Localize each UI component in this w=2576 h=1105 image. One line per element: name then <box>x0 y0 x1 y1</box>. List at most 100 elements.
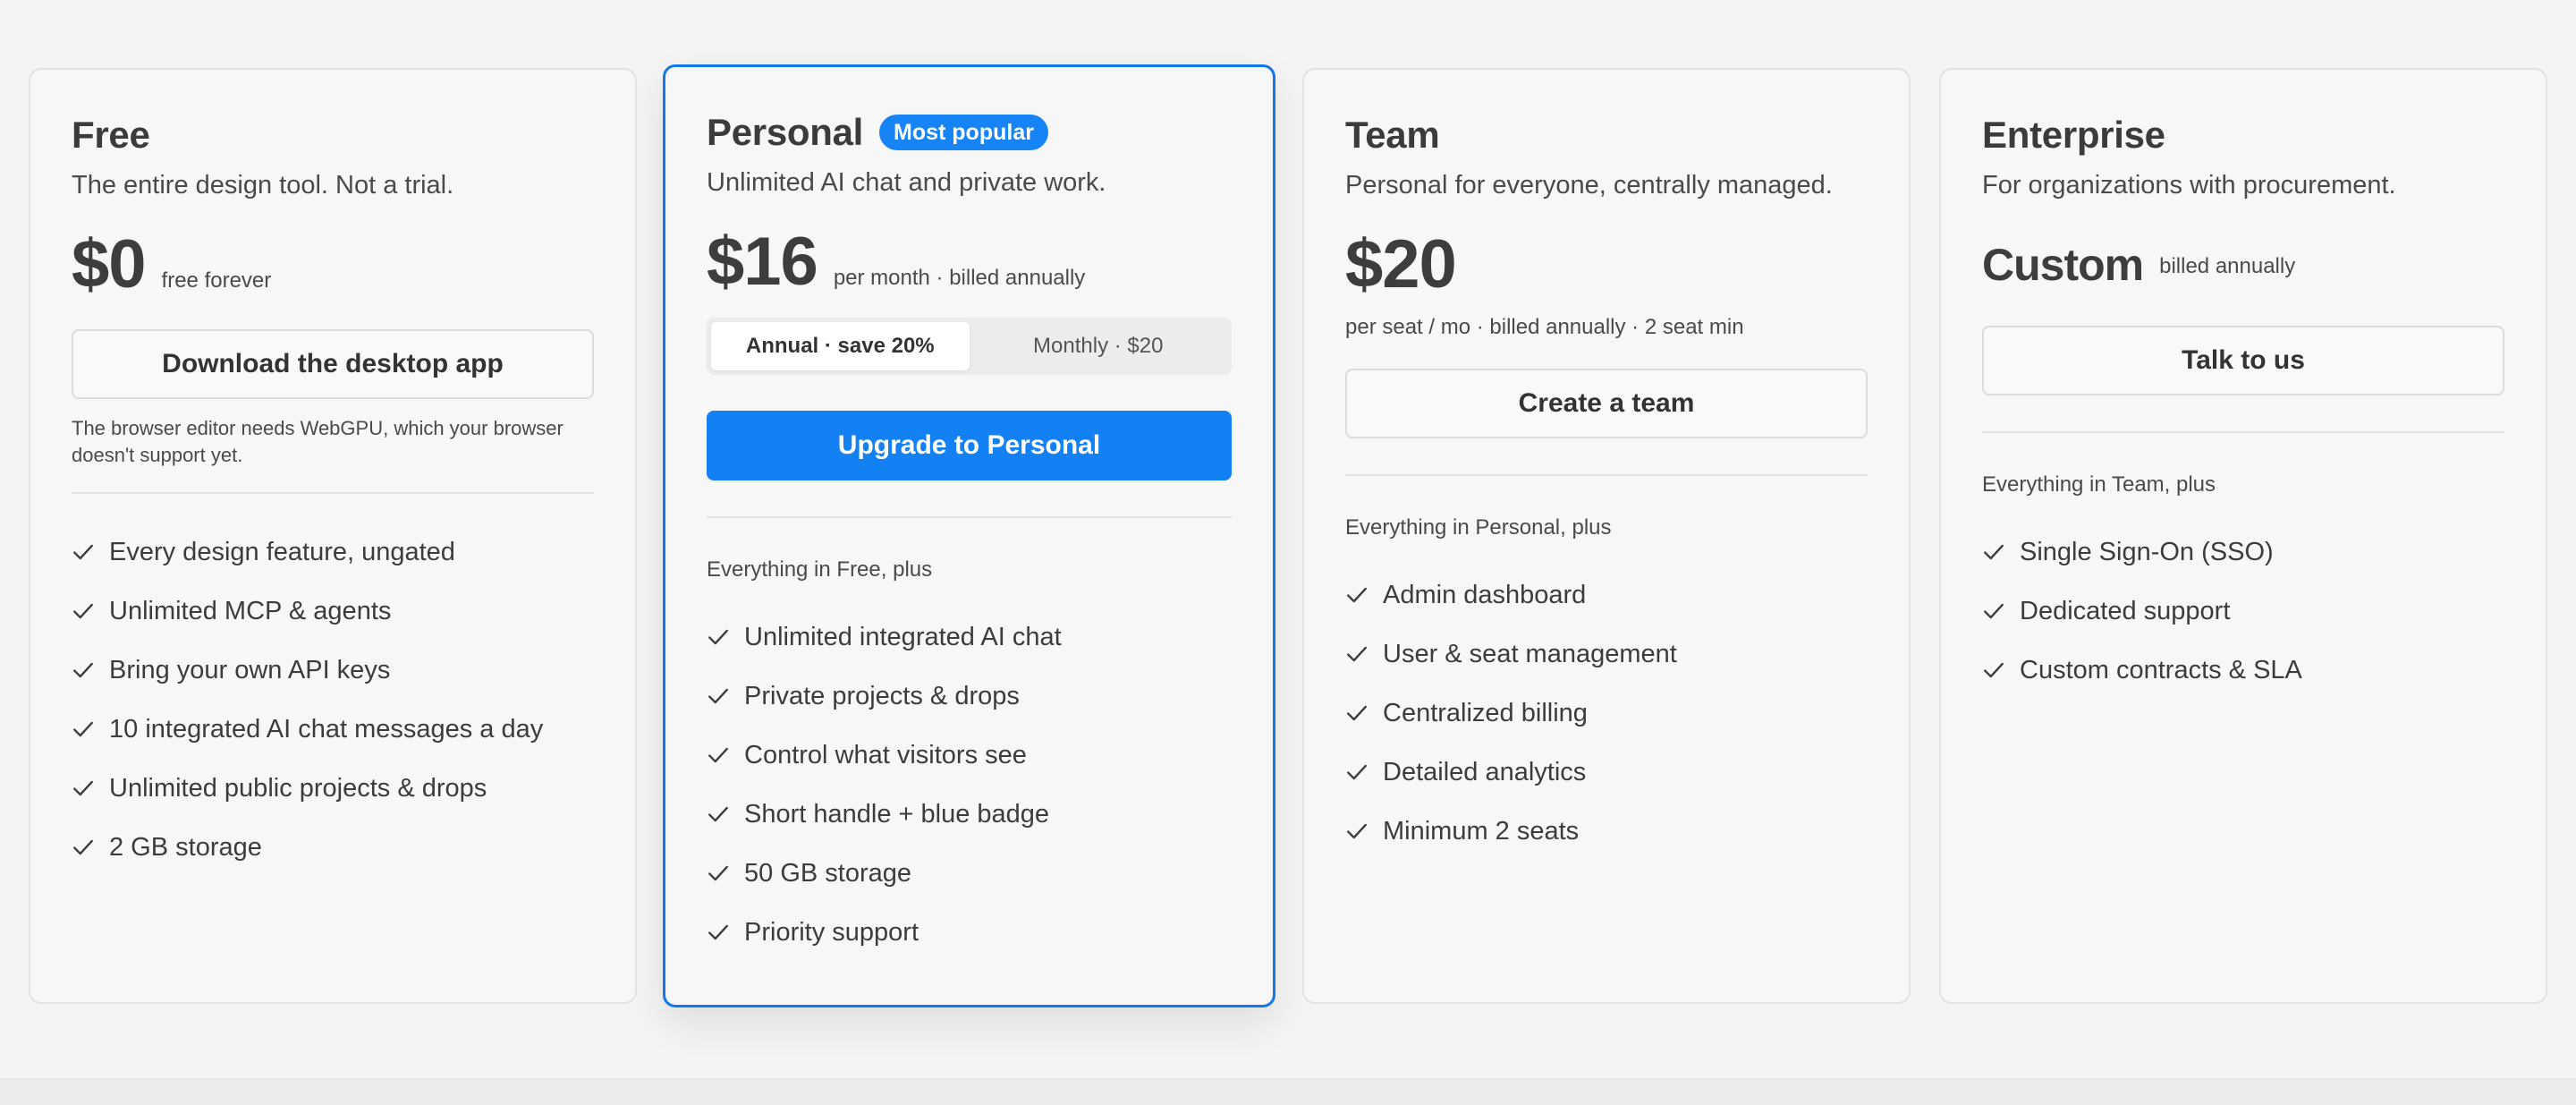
feature-item: 50 GB storage <box>707 844 1232 903</box>
check-icon <box>708 806 728 822</box>
plan-tagline: Unlimited AI chat and private work. <box>707 168 1106 197</box>
feature-label: Custom contracts & SLA <box>2020 655 2302 684</box>
feature-label: Short handle + blue badge <box>744 799 1050 829</box>
create-a-team-button[interactable]: Create a team <box>1345 369 1868 438</box>
price-row: $16 per month · billed annually <box>707 224 1232 300</box>
check-icon <box>73 662 93 678</box>
feature-label: Control what visitors see <box>744 740 1027 769</box>
feature-item: Control what visitors see <box>707 726 1232 785</box>
feature-item: Detailed analytics <box>1345 743 1868 802</box>
plan-name: Free <box>72 114 150 156</box>
section-lead: Everything in Personal, plus <box>1345 515 1612 540</box>
price-row: $0 free forever <box>72 226 594 302</box>
price-note: per month · billed annually <box>833 266 1086 290</box>
check-icon <box>1347 764 1367 780</box>
toggle-monthly[interactable]: Monthly · $20 <box>970 322 1228 370</box>
plan-card-team: Team Personal for everyone, centrally ma… <box>1302 68 1911 1004</box>
divider <box>1345 474 1868 476</box>
plan-price: $20 <box>1345 226 1457 302</box>
plan-price: $0 <box>72 226 147 302</box>
price-note: billed annually <box>2159 254 2296 278</box>
check-icon <box>73 839 93 855</box>
plan-card-free: Free The entire design tool. Not a trial… <box>29 68 637 1004</box>
feature-label: User & seat management <box>1383 639 1677 668</box>
feature-item: 2 GB storage <box>72 818 594 877</box>
feature-label: Every design feature, ungated <box>109 537 455 566</box>
most-popular-badge: Most popular <box>879 115 1048 150</box>
price-row: Custom billed annually <box>1982 238 2504 292</box>
feature-item: Bring your own API keys <box>72 641 594 700</box>
check-icon <box>1984 544 2004 560</box>
check-icon <box>1347 823 1367 839</box>
feature-label: Dedicated support <box>2020 596 2231 625</box>
feature-list: Unlimited integrated AI chat Private pro… <box>707 608 1232 962</box>
feature-item: Every design feature, ungated <box>72 523 594 582</box>
feature-item: Unlimited integrated AI chat <box>707 608 1232 667</box>
feature-label: 50 GB storage <box>744 858 911 888</box>
feature-list: Every design feature, ungated Unlimited … <box>72 523 594 877</box>
check-icon <box>73 544 93 560</box>
check-icon <box>73 780 93 796</box>
plan-header: Personal Most popular <box>707 108 1232 157</box>
section-lead: Everything in Team, plus <box>1982 472 2216 497</box>
feature-label: Unlimited public projects & drops <box>109 773 487 803</box>
plan-tagline: The entire design tool. Not a trial. <box>72 171 454 200</box>
feature-label: Detailed analytics <box>1383 757 1587 786</box>
plan-tagline: For organizations with procurement. <box>1982 171 2396 200</box>
feature-item: Minimum 2 seats <box>1345 802 1868 861</box>
feature-item: Short handle + blue badge <box>707 785 1232 844</box>
price-note: free forever <box>161 268 272 293</box>
feature-item: Unlimited MCP & agents <box>72 582 594 641</box>
feature-item: Centralized billing <box>1345 684 1868 743</box>
check-icon <box>708 865 728 881</box>
plan-name: Personal <box>707 111 864 153</box>
plan-price: Custom <box>1982 240 2144 290</box>
divider <box>707 516 1232 518</box>
feature-item: 10 integrated AI chat messages a day <box>72 700 594 759</box>
plan-name: Team <box>1345 114 1440 156</box>
feature-label: Admin dashboard <box>1383 580 1587 609</box>
plan-price: $16 <box>707 224 818 300</box>
footer-strip <box>0 1078 2576 1105</box>
check-icon <box>708 747 728 763</box>
webgpu-note: The browser editor needs WebGPU, which y… <box>72 417 564 466</box>
check-icon <box>1984 603 2004 619</box>
plan-header: Team <box>1345 111 1868 159</box>
plan-name: Enterprise <box>1982 114 2165 156</box>
toggle-annual[interactable]: Annual · save 20% <box>711 322 970 370</box>
feature-item: Admin dashboard <box>1345 565 1868 625</box>
plan-header: Enterprise <box>1982 111 2504 159</box>
feature-item: Custom contracts & SLA <box>1982 641 2504 700</box>
divider <box>1982 431 2504 433</box>
check-icon <box>1347 646 1367 662</box>
pricing-page: Free The entire design tool. Not a trial… <box>0 0 2576 1105</box>
feature-label: Private projects & drops <box>744 681 1020 710</box>
plan-header: Free <box>72 111 594 159</box>
seat-note: per seat / mo · billed annually · 2 seat… <box>1345 315 1744 339</box>
feature-label: Single Sign-On (SSO) <box>2020 537 2274 566</box>
check-icon <box>708 924 728 940</box>
check-icon <box>1347 587 1367 603</box>
feature-label: Centralized billing <box>1383 698 1588 727</box>
feature-item: Unlimited public projects & drops <box>72 759 594 818</box>
feature-label: Unlimited MCP & agents <box>109 596 392 625</box>
plan-card-personal: Personal Most popular Unlimited AI chat … <box>663 64 1275 1007</box>
feature-item: Dedicated support <box>1982 582 2504 641</box>
feature-label: Priority support <box>744 917 919 947</box>
billing-period-toggle: Annual · save 20% Monthly · $20 <box>707 318 1232 375</box>
check-icon <box>1347 705 1367 721</box>
feature-item: Private projects & drops <box>707 667 1232 726</box>
divider <box>72 492 594 494</box>
download-desktop-app-button[interactable]: Download the desktop app <box>72 329 594 399</box>
section-lead: Everything in Free, plus <box>707 557 933 582</box>
plan-card-enterprise: Enterprise For organizations with procur… <box>1939 68 2547 1004</box>
feature-label: 2 GB storage <box>109 832 262 862</box>
check-icon <box>1984 662 2004 678</box>
upgrade-to-personal-button[interactable]: Upgrade to Personal <box>707 411 1232 480</box>
feature-item: User & seat management <box>1345 625 1868 684</box>
feature-label: Minimum 2 seats <box>1383 816 1580 846</box>
talk-to-us-button[interactable]: Talk to us <box>1982 326 2504 395</box>
check-icon <box>708 688 728 704</box>
feature-label: Unlimited integrated AI chat <box>744 622 1062 651</box>
plan-tagline: Personal for everyone, centrally managed… <box>1345 171 1833 200</box>
